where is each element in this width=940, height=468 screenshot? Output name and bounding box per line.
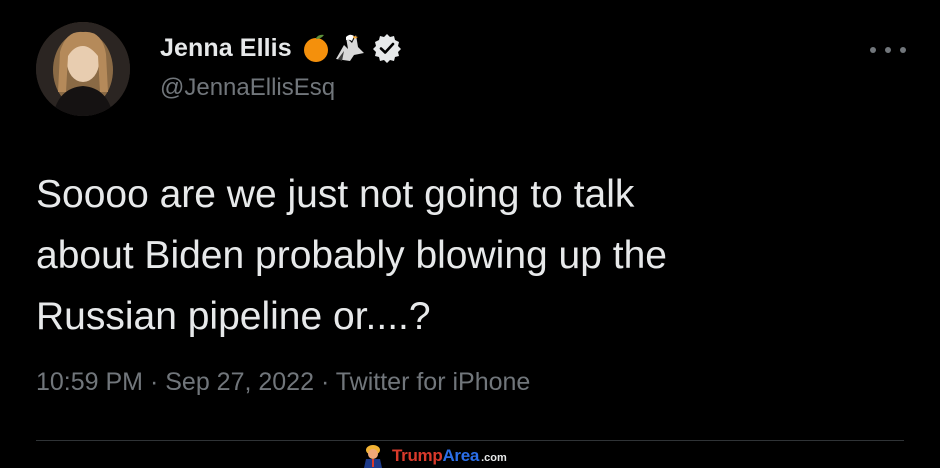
eagle-emoji-icon [334,33,366,63]
divider [36,440,904,441]
meta-separator: · [320,368,336,396]
more-dot [900,47,906,53]
tweet-time[interactable]: 10:59 PM [36,368,143,396]
more-dot [885,47,891,53]
tweet-card: Jenna Ellis @JennaEllisEsq Soooo are we … [0,0,940,468]
verified-badge-icon[interactable] [372,33,402,63]
tweet-text-line: Soooo are we just not going to talk [36,173,635,216]
tweet-meta: 10:59 PM · Sep 27, 2022 · Twitter for iP… [36,368,530,397]
watermark-text: TrumpArea [392,446,479,466]
tweet-text: Soooo are we just not going to talk abou… [36,164,896,347]
watermark-suffix: .com [481,452,507,464]
avatar-portrait-icon [36,22,130,116]
site-watermark: TrumpArea .com [360,444,507,468]
author-name-row[interactable]: Jenna Ellis [160,30,402,66]
trump-figure-icon [364,445,382,468]
tweet-source[interactable]: Twitter for iPhone [336,368,531,396]
tweet-text-line: about Biden probably blowing up the [36,234,667,277]
watermark-blue: Area [442,446,480,465]
avatar[interactable] [36,22,130,116]
more-options-icon[interactable] [870,40,906,60]
watermark-red: Trump [392,446,443,465]
meta-separator: · [149,368,166,396]
author-handle[interactable]: @JennaEllisEsq [160,74,335,102]
tweet-date[interactable]: Sep 27, 2022 [165,368,314,396]
more-dot [870,47,876,53]
author-name[interactable]: Jenna Ellis [160,34,292,63]
tweet-text-line: Russian pipeline or....? [36,295,431,338]
orange-emoji-icon [302,33,330,63]
